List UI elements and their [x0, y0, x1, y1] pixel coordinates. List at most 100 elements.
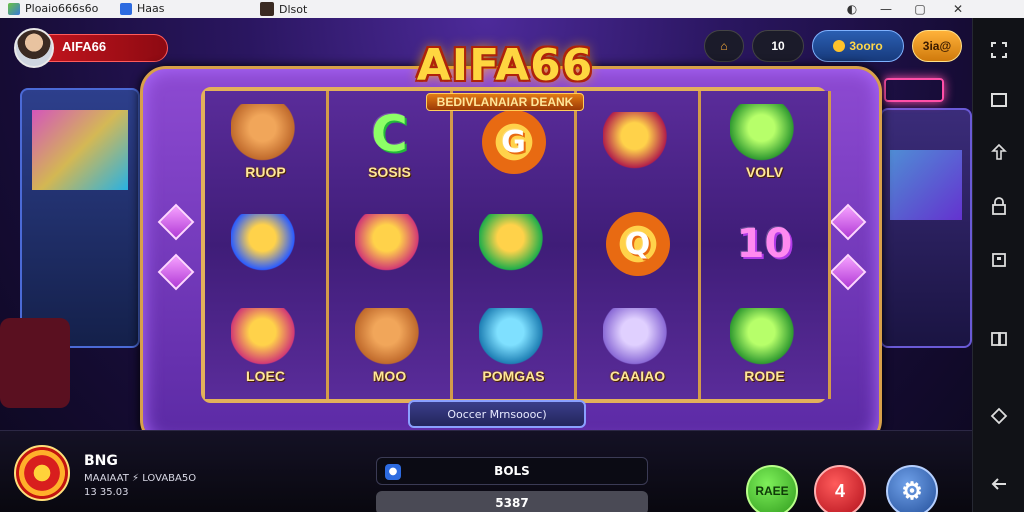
avatar[interactable]	[14, 28, 54, 68]
arcade-machine-left	[20, 88, 140, 348]
symbol-label: MOO	[372, 368, 407, 384]
spin-label: RAEE	[755, 484, 789, 498]
status-banner: Ooccer Mrnsoooc)	[408, 400, 586, 428]
cat-icon	[602, 308, 673, 368]
badge-icon: Q	[605, 212, 670, 276]
reel-5: VOLV 10 RODE	[701, 91, 831, 399]
tab-app[interactable]: Ploaio666s6o	[8, 2, 98, 15]
balance-display[interactable]: 3ooro	[812, 30, 904, 62]
settings-button[interactable]: ⚙	[886, 465, 938, 512]
bet-value: BOLS	[494, 464, 530, 478]
symbol-label: CAAIAO	[609, 368, 666, 384]
game-logo: AIFA66 BEDIVLANAIAR DEANK	[395, 40, 615, 130]
diamond-icon[interactable]	[987, 404, 1011, 428]
coin-value-button[interactable]: 10	[752, 30, 804, 62]
home-button[interactable]: ⌂	[704, 30, 744, 62]
record-icon[interactable]: ◐	[838, 0, 866, 18]
back-arrow-icon[interactable]	[987, 472, 1011, 496]
spin-logo-icon[interactable]	[14, 445, 70, 501]
arcade-machine-right	[880, 108, 972, 348]
upload-icon[interactable]	[987, 140, 1011, 164]
symbol-label: SOSIS	[368, 164, 411, 180]
reel-symbol: RUOP	[205, 91, 326, 193]
dragon-icon	[729, 104, 800, 164]
info-line2: 13 35.03	[84, 487, 129, 498]
tab-label: Ploaio666s6o	[25, 2, 99, 15]
user-profile[interactable]: AIFA66	[14, 28, 170, 68]
action-label: 3ia@	[922, 39, 952, 53]
left-gem-icon	[157, 203, 195, 241]
reel-symbol: LOEC	[205, 295, 326, 397]
coin-icon	[833, 40, 846, 52]
reel-2: C SOSIS MOO	[329, 91, 453, 399]
reel-symbol	[329, 193, 450, 295]
gear-icon: ⚙	[901, 477, 923, 505]
bet-field[interactable]: ● BOLS	[376, 457, 648, 485]
reel-3: G POMGAS	[453, 91, 577, 399]
balance-value: 3ooro	[849, 39, 883, 53]
squirrel-icon	[230, 104, 301, 164]
reel-symbol: Q	[577, 193, 698, 295]
minimize-icon[interactable]: —	[872, 0, 900, 18]
symbol-label: LOEC	[246, 368, 285, 384]
reel-symbol: RODE	[701, 295, 828, 397]
window-icon	[120, 2, 132, 15]
close-icon[interactable]: ✕	[944, 0, 972, 18]
reel-1: RUOP LOEC	[205, 91, 329, 399]
window-titlebar: Ploaio666s6o Haas Dlsot ◐ — ▢ ✕	[0, 0, 1024, 18]
reel-symbol	[205, 193, 326, 295]
tab-label: Haas	[137, 2, 165, 15]
status-text: Ooccer Mrnsoooc)	[447, 407, 547, 421]
info-title: BNG	[84, 453, 118, 469]
symbol-label: VOLV	[745, 164, 784, 180]
autoplay-button[interactable]: 4	[814, 465, 866, 512]
win-field[interactable]: 5387	[376, 491, 648, 512]
window-icon[interactable]	[987, 88, 1011, 112]
app-icon	[8, 2, 20, 15]
spin-button[interactable]: RAEE	[746, 465, 798, 512]
tab-third[interactable]: Dlsot	[260, 2, 307, 16]
game-canvas: AIFA66 ⌂ 10 3ooro 3ia@ RUOP LOEC C SOSIS MOO…	[0, 18, 972, 512]
info-icon: ●	[385, 464, 401, 480]
autoplay-label: 4	[834, 480, 845, 501]
bottom-bar: BNG MAAIAAT ⚡ LOVABA5O 13 35.03 ● BOLS 5…	[0, 430, 972, 512]
neon-sign	[884, 78, 944, 102]
win-value: 5387	[495, 496, 529, 510]
emulator-sidebar	[972, 18, 1024, 512]
screenshot-icon[interactable]	[987, 248, 1011, 272]
tab-second[interactable]: Haas	[120, 2, 164, 15]
user-name: AIFA66	[62, 39, 107, 54]
reel-symbol: CAAIAO	[577, 295, 698, 397]
logo-subtitle: BEDIVLANAIAR DEANK	[425, 93, 585, 111]
fullscreen-icon[interactable]	[987, 38, 1011, 62]
symbol-label: RUOP	[245, 164, 286, 180]
drum-icon	[478, 308, 549, 368]
squirrel-icon	[354, 308, 425, 368]
avatar-icon	[260, 2, 274, 16]
tab-label: Dlsot	[279, 2, 308, 16]
reel-symbol	[453, 193, 574, 295]
multi-window-icon[interactable]	[987, 326, 1011, 350]
reel-grid: RUOP LOEC C SOSIS MOO G POMGAS Q CAAIAO VOLV 10 ROD…	[201, 87, 831, 403]
reel-symbol: POMGAS	[453, 295, 574, 397]
banner-icon	[230, 214, 301, 274]
right-gem-icon	[829, 253, 867, 291]
scroll-icon	[230, 308, 301, 368]
coin-value: 10	[771, 39, 785, 53]
reel-symbol: MOO	[329, 295, 450, 397]
logo-title: AIFA66	[416, 40, 594, 91]
scroll-icon	[354, 214, 425, 274]
home-icon: ⌂	[720, 39, 728, 53]
reel-4: Q CAAIAO	[577, 91, 701, 399]
info-line1: MAAIAAT ⚡ LOVABA5O	[84, 473, 197, 484]
lock-icon[interactable]	[987, 194, 1011, 218]
left-gem-icon	[157, 253, 195, 291]
reel-symbol: VOLV	[701, 91, 828, 193]
dragon-icon	[729, 308, 800, 368]
arcade-seat	[0, 318, 70, 408]
symbol-label: RODE	[744, 368, 785, 384]
reel-symbol: 10	[701, 193, 828, 295]
maximize-icon[interactable]: ▢	[906, 0, 934, 18]
symbol-label: POMGAS	[482, 368, 545, 384]
action-button[interactable]: 3ia@	[912, 30, 962, 62]
